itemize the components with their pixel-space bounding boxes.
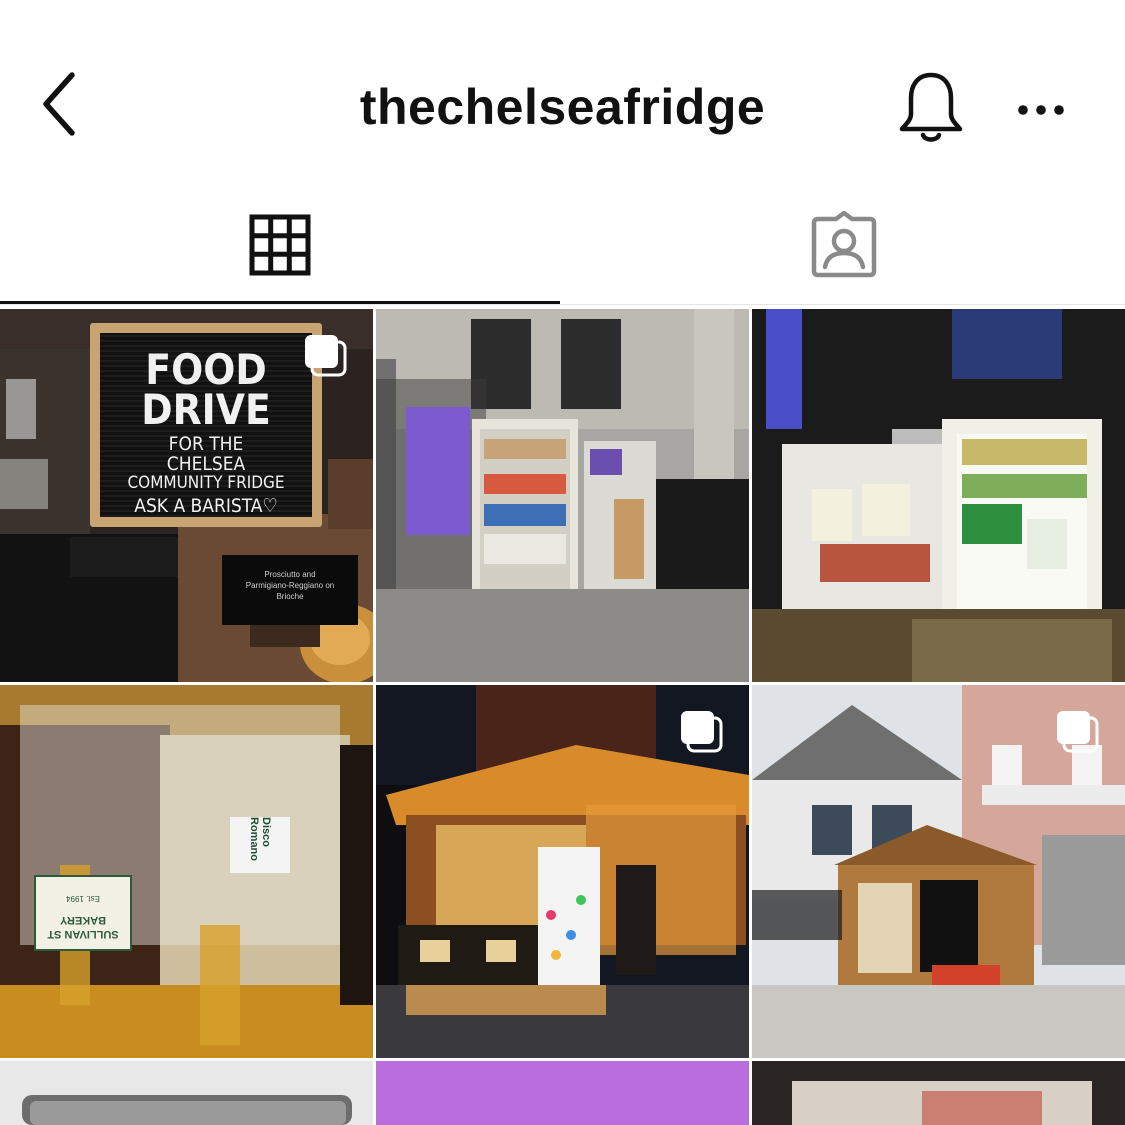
post-image <box>0 1061 373 1125</box>
sign-line: CHELSEA <box>166 453 246 475</box>
post-thumbnail[interactable] <box>0 1061 373 1125</box>
tagged-person-icon <box>811 211 877 278</box>
food-placard: Prosciutto and Parmigiano-Reggiano on Br… <box>222 555 358 625</box>
post-thumbnail[interactable] <box>752 1061 1125 1125</box>
more-horizontal-icon <box>1018 105 1064 115</box>
multiple-photos-icon <box>681 711 723 753</box>
post-image <box>376 309 749 682</box>
post-image <box>752 309 1125 682</box>
bell-icon <box>899 72 963 142</box>
post-thumbnail[interactable] <box>376 1061 749 1125</box>
post-thumbnail[interactable] <box>376 309 749 682</box>
bakery-label-est: Est. 1994 <box>66 894 100 903</box>
posts-grid: FOOD DRIVE FOR THE CHELSEA COMMUNITY FRI… <box>0 309 1125 1125</box>
bakery-label-line: BAKERY <box>59 914 107 926</box>
sign-line: COMMUNITY FRIDGE <box>127 473 285 493</box>
post-thumbnail[interactable]: FOOD DRIVE FOR THE CHELSEA COMMUNITY FRI… <box>0 309 373 682</box>
bakery-label: SULLIVAN ST BAKERY Est. 1994 <box>34 875 132 951</box>
post-thumbnail[interactable] <box>752 309 1125 682</box>
placard-line: Brioche <box>276 592 304 601</box>
tab-posts-grid[interactable] <box>0 190 560 300</box>
post-image <box>0 685 373 1058</box>
post-thumbnail[interactable] <box>752 685 1125 1058</box>
multiple-photos-icon <box>305 335 347 377</box>
post-thumbnail[interactable] <box>376 685 749 1058</box>
tabs-divider <box>0 304 1125 305</box>
notifications-button[interactable] <box>895 68 967 146</box>
post-thumbnail[interactable]: SULLIVAN ST BAKERY Est. 1994 Disco Roman… <box>0 685 373 1058</box>
sign-line: ASK A BARISTA♡ <box>134 495 278 517</box>
tab-tagged[interactable] <box>563 190 1125 300</box>
sign-line: DRIVE <box>141 385 271 434</box>
grid-icon <box>249 214 311 276</box>
sign-line: FOR THE <box>168 433 244 455</box>
placard-line: Prosciutto and <box>264 570 316 579</box>
profile-tabs <box>0 190 1125 308</box>
bakery-label-line: SULLIVAN ST <box>47 928 119 940</box>
profile-header: thechelseafridge <box>0 0 1125 180</box>
multiple-photos-icon <box>1057 711 1099 753</box>
disco-label-text: Disco Romano <box>248 817 272 861</box>
placard-line: Parmigiano-Reggiano on <box>245 581 335 590</box>
letterboard-sign: FOOD DRIVE FOR THE CHELSEA COMMUNITY FRI… <box>90 323 322 527</box>
more-options-button[interactable] <box>1010 88 1072 132</box>
post-image <box>376 1061 749 1125</box>
post-image <box>752 1061 1125 1125</box>
disco-label: Disco Romano <box>230 817 290 873</box>
